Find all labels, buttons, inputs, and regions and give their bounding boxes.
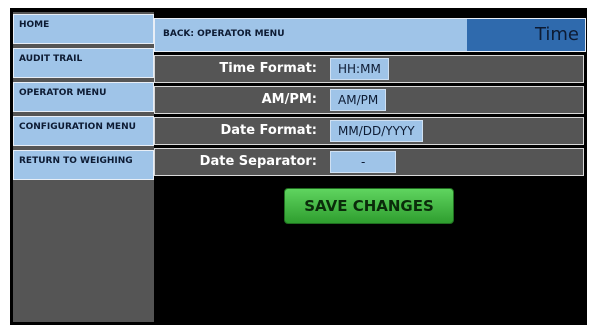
setting-row-date-format: Date Format: MM/DD/YYYY bbox=[154, 117, 584, 145]
app-window: HOME AUDIT TRAIL OPERATOR MENU CONFIGURA… bbox=[10, 8, 587, 325]
sidebar-item-label: CONFIGURATION MENU bbox=[19, 122, 136, 132]
time-format-field[interactable]: HH:MM bbox=[330, 58, 389, 80]
date-separator-field[interactable]: - bbox=[330, 151, 397, 173]
page-header: BACK: OPERATOR MENU Time bbox=[154, 18, 586, 52]
sidebar-item-label: RETURN TO WEIGHING bbox=[19, 156, 133, 166]
save-changes-button[interactable]: SAVE CHANGES bbox=[284, 188, 454, 224]
sidebar-item-return-to-weighing[interactable]: RETURN TO WEIGHING bbox=[13, 150, 154, 180]
page-title: Time bbox=[534, 24, 579, 45]
sidebar: HOME AUDIT TRAIL OPERATOR MENU CONFIGURA… bbox=[13, 12, 154, 322]
sidebar-item-label: AUDIT TRAIL bbox=[19, 54, 83, 64]
save-changes-label: SAVE CHANGES bbox=[304, 197, 434, 215]
sidebar-item-operator-menu[interactable]: OPERATOR MENU bbox=[13, 82, 154, 112]
setting-row-am-pm: AM/PM: AM/PM bbox=[154, 86, 584, 114]
sidebar-item-label: OPERATOR MENU bbox=[19, 88, 107, 98]
am-pm-field[interactable]: AM/PM bbox=[330, 89, 387, 111]
setting-label: Time Format: bbox=[219, 61, 317, 76]
setting-row-time-format: Time Format: HH:MM bbox=[154, 55, 584, 83]
setting-label: Date Separator: bbox=[199, 154, 317, 169]
sidebar-item-audit-trail[interactable]: AUDIT TRAIL bbox=[13, 48, 154, 78]
setting-label: AM/PM: bbox=[261, 92, 317, 107]
back-button[interactable]: BACK: OPERATOR MENU bbox=[163, 29, 285, 39]
sidebar-item-home[interactable]: HOME bbox=[13, 14, 154, 44]
page-title-box: Time bbox=[467, 19, 585, 51]
date-format-field[interactable]: MM/DD/YYYY bbox=[330, 120, 423, 142]
setting-row-date-separator: Date Separator: - bbox=[154, 148, 584, 176]
sidebar-item-configuration-menu[interactable]: CONFIGURATION MENU bbox=[13, 116, 154, 146]
sidebar-item-label: HOME bbox=[19, 20, 50, 30]
setting-label: Date Format: bbox=[220, 123, 317, 138]
